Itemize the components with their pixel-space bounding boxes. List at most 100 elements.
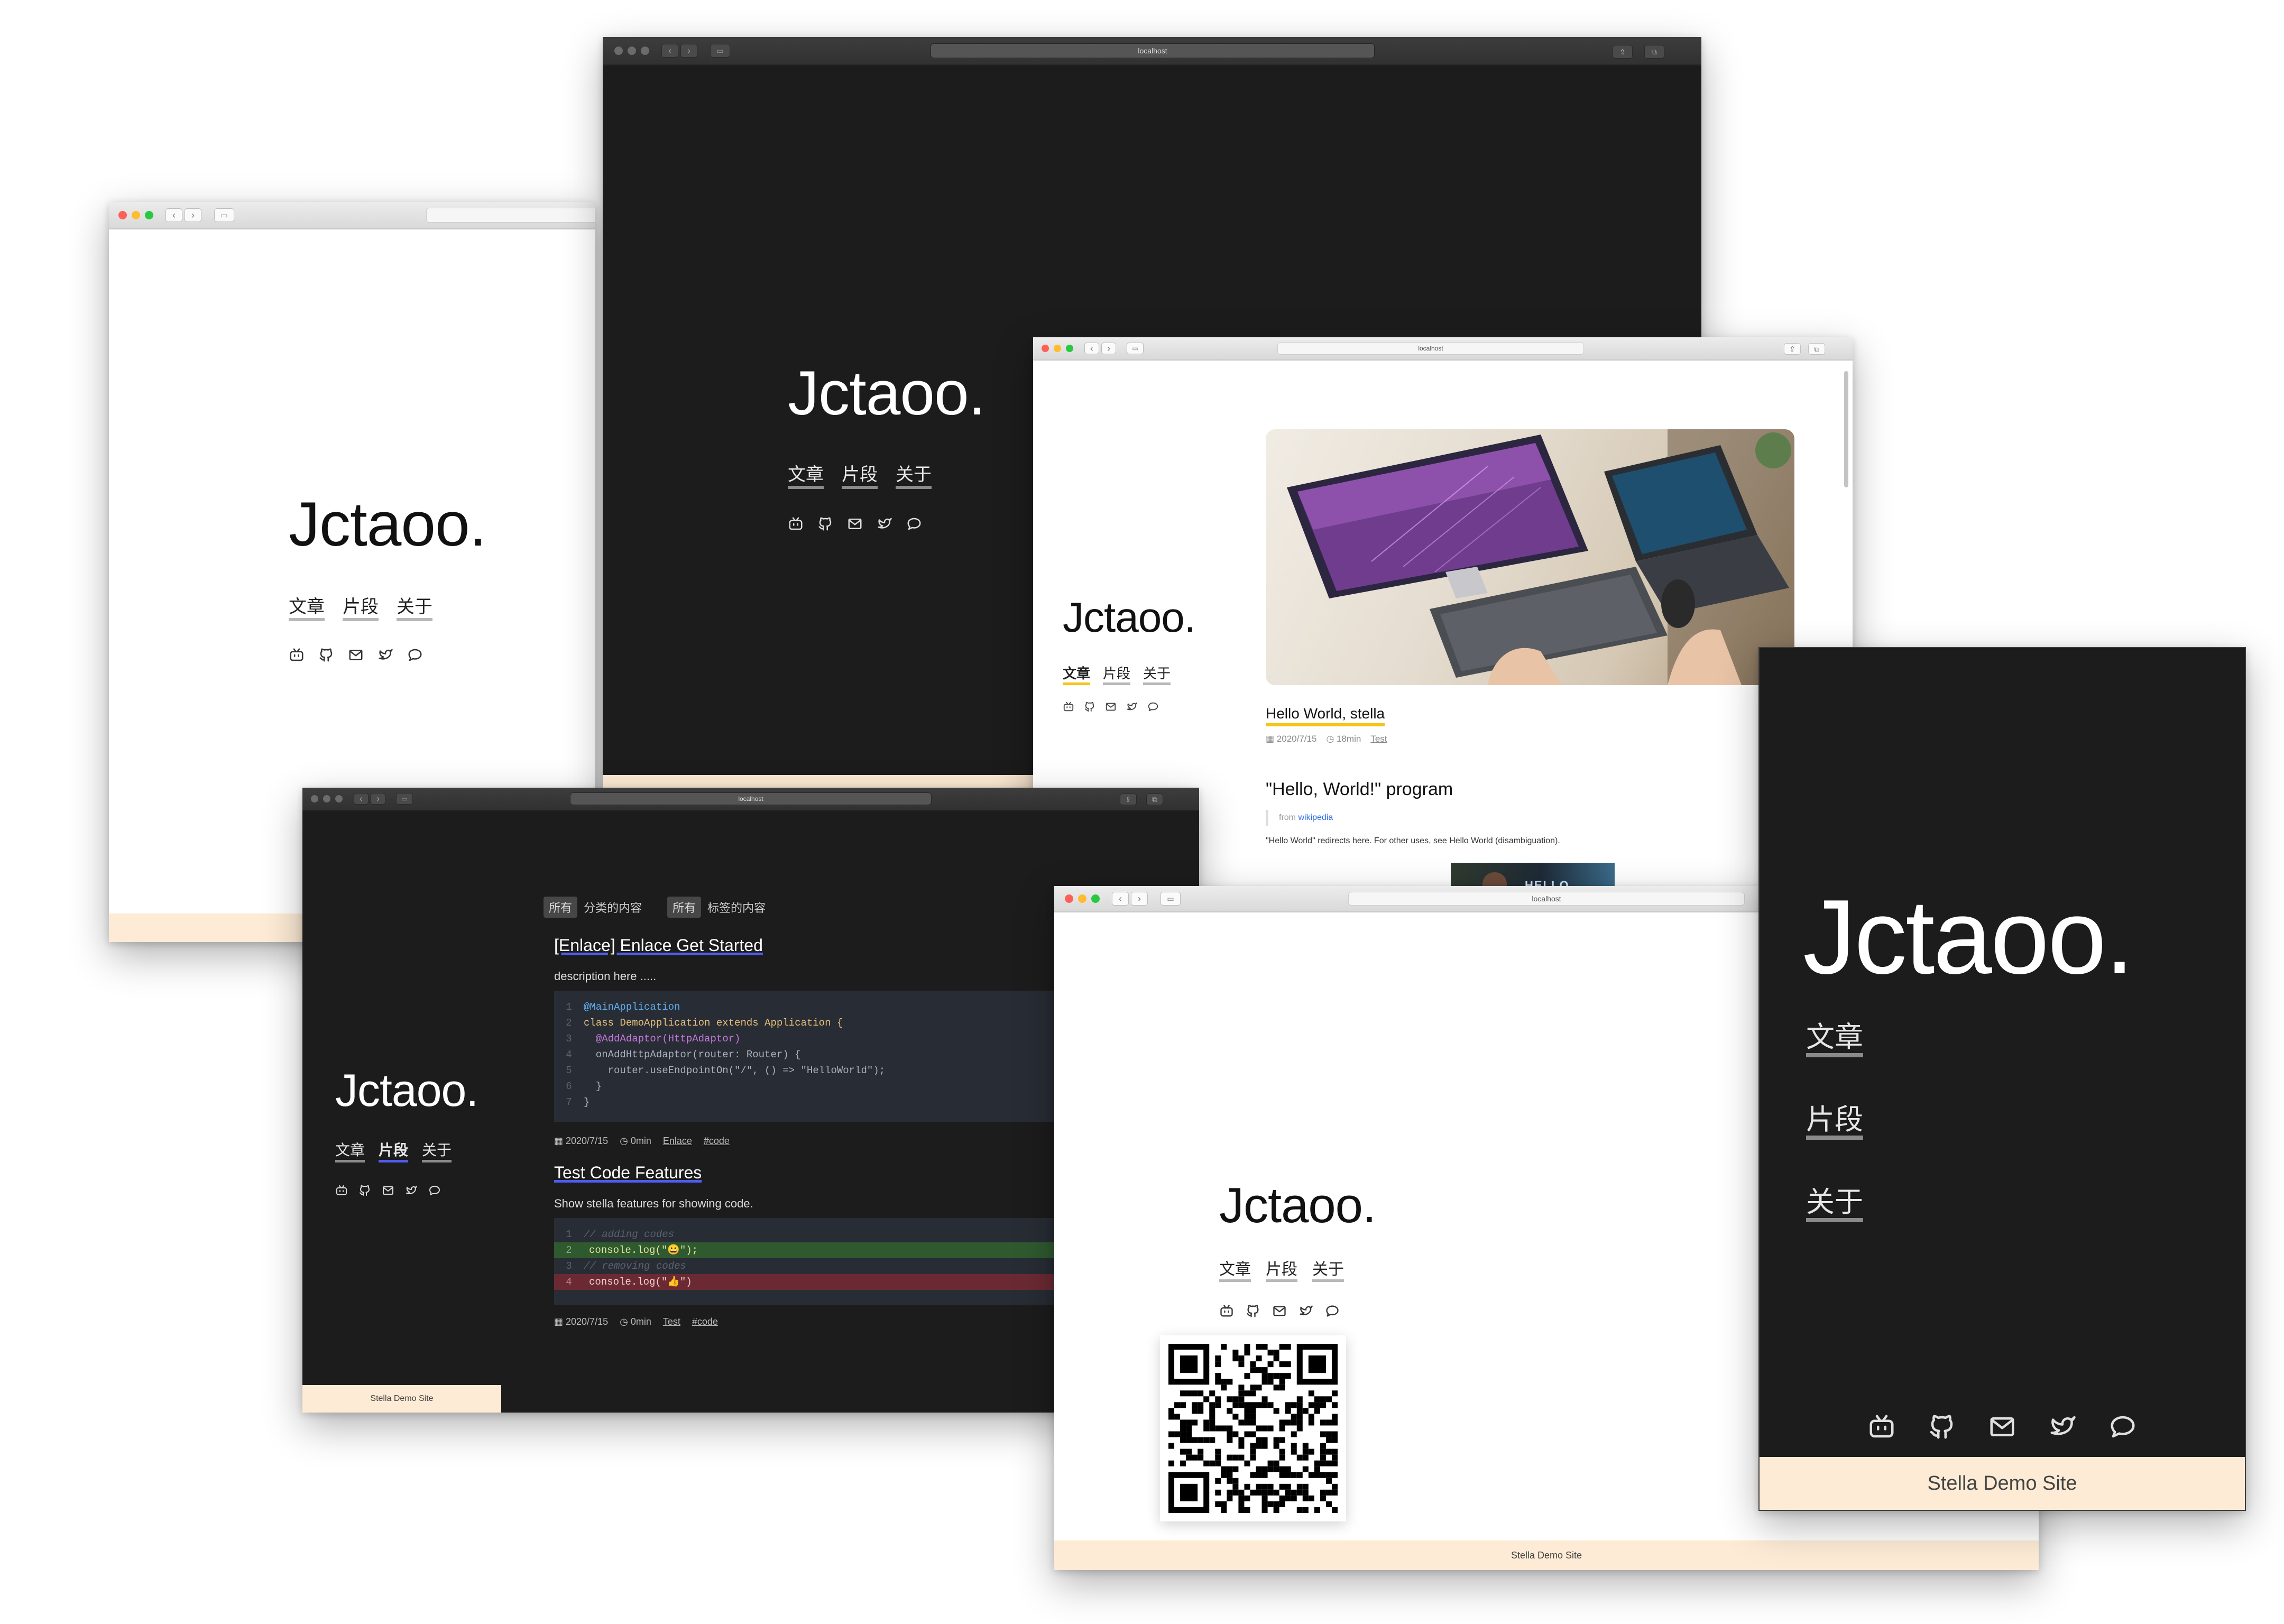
snippet-tag[interactable]: #code: [692, 1316, 718, 1327]
post-title[interactable]: Hello World, stella: [1266, 704, 1385, 726]
minimize-button[interactable]: [132, 211, 140, 219]
tabs-button[interactable]: ⧉: [1644, 45, 1664, 59]
bilibili-icon[interactable]: [289, 647, 305, 663]
sidebar-toggle-icon[interactable]: ▭: [710, 44, 730, 58]
sidebar-toggle-icon[interactable]: ▭: [214, 208, 234, 222]
mail-icon[interactable]: [847, 516, 863, 532]
bilibili-icon[interactable]: [1063, 701, 1074, 713]
mail-icon[interactable]: [348, 647, 364, 663]
nav-about[interactable]: 关于: [1806, 1186, 1863, 1222]
nav-snippets[interactable]: 片段: [1806, 1104, 1863, 1140]
nav-articles[interactable]: 文章: [335, 1139, 365, 1162]
bilibili-icon[interactable]: [1867, 1413, 1896, 1441]
snippet-category[interactable]: Enlace: [663, 1136, 692, 1147]
nav-snippets[interactable]: 片段: [379, 1139, 409, 1162]
chat-icon[interactable]: [906, 516, 922, 532]
nav-about[interactable]: 关于: [1312, 1256, 1344, 1282]
forward-button[interactable]: ›: [1101, 343, 1116, 354]
nav-snippets[interactable]: 片段: [343, 592, 379, 621]
zoom-button[interactable]: [1066, 345, 1073, 352]
tabs-button[interactable]: ⧉: [1146, 793, 1163, 805]
twitter-icon[interactable]: [1126, 701, 1138, 713]
minimize-button[interactable]: [1078, 894, 1086, 903]
back-button[interactable]: ‹: [1084, 343, 1099, 354]
nav-about[interactable]: 关于: [1143, 663, 1171, 685]
nav-articles[interactable]: 文章: [788, 460, 824, 489]
back-button[interactable]: ‹: [661, 44, 678, 58]
forward-button[interactable]: ›: [680, 44, 697, 58]
close-button[interactable]: [1065, 894, 1073, 903]
twitter-icon[interactable]: [377, 647, 393, 663]
quote-link[interactable]: wikipedia: [1298, 813, 1333, 823]
nav-articles[interactable]: 文章: [1219, 1256, 1251, 1282]
address-bar[interactable]: localhost: [1348, 892, 1745, 906]
sidebar-toggle-icon[interactable]: ▭: [1127, 343, 1144, 354]
bilibili-icon[interactable]: [1219, 1304, 1234, 1318]
scrollbar[interactable]: [1844, 371, 1848, 487]
twitter-icon[interactable]: [1298, 1304, 1313, 1318]
mail-icon[interactable]: [1988, 1413, 2016, 1441]
twitter-icon[interactable]: [877, 516, 892, 532]
mail-icon[interactable]: [1272, 1304, 1287, 1318]
address-bar[interactable]: localhost: [1277, 342, 1584, 355]
tabs-button[interactable]: ⧉: [1808, 343, 1825, 355]
chat-icon[interactable]: [1147, 701, 1159, 713]
site-logo[interactable]: Jctaoo.: [335, 1065, 478, 1117]
close-button[interactable]: [311, 795, 318, 802]
github-icon[interactable]: [1084, 701, 1095, 713]
nav-about[interactable]: 关于: [896, 460, 932, 489]
snippet-category[interactable]: Test: [663, 1316, 680, 1327]
snippet-tag[interactable]: #code: [704, 1136, 730, 1147]
github-icon[interactable]: [1928, 1413, 1956, 1441]
site-logo[interactable]: Jctaoo.: [1063, 593, 1196, 642]
nav-about[interactable]: 关于: [422, 1139, 452, 1162]
share-button[interactable]: ⇪: [1120, 793, 1137, 805]
address-bar[interactable]: localhost: [931, 43, 1375, 58]
chat-icon[interactable]: [428, 1184, 441, 1197]
chat-icon[interactable]: [407, 647, 423, 663]
back-button[interactable]: ‹: [165, 208, 182, 222]
close-button[interactable]: [614, 47, 623, 55]
github-icon[interactable]: [358, 1184, 371, 1197]
snippet-title[interactable]: Test Code Features: [554, 1163, 702, 1183]
bilibili-icon[interactable]: [335, 1184, 348, 1197]
chat-icon[interactable]: [1325, 1304, 1340, 1318]
mail-icon[interactable]: [382, 1184, 394, 1197]
twitter-icon[interactable]: [2048, 1413, 2077, 1441]
forward-button[interactable]: ›: [371, 793, 385, 805]
site-logo[interactable]: Jctaoo.: [289, 488, 486, 560]
sidebar-toggle-icon[interactable]: ▭: [1161, 892, 1181, 906]
tag-filter-chip[interactable]: 所有: [667, 897, 702, 918]
nav-articles[interactable]: 文章: [289, 592, 325, 621]
sidebar-toggle-icon[interactable]: ▭: [396, 793, 413, 805]
site-logo[interactable]: Jctaoo.: [1803, 876, 2134, 998]
mail-icon[interactable]: [1105, 701, 1117, 713]
chat-icon[interactable]: [2108, 1413, 2137, 1441]
post-tag[interactable]: Test: [1370, 734, 1387, 744]
zoom-button[interactable]: [335, 795, 343, 802]
category-filter-chip[interactable]: 所有: [544, 897, 578, 918]
nav-articles[interactable]: 文章: [1806, 1021, 1863, 1057]
twitter-icon[interactable]: [405, 1184, 418, 1197]
site-logo[interactable]: Jctaoo.: [1219, 1177, 1376, 1234]
zoom-button[interactable]: [641, 47, 649, 55]
minimize-button[interactable]: [323, 795, 330, 802]
site-logo[interactable]: Jctaoo.: [788, 357, 986, 429]
share-button[interactable]: ⇪: [1784, 343, 1801, 355]
minimize-button[interactable]: [628, 47, 636, 55]
bilibili-icon[interactable]: [788, 516, 804, 532]
snippet-title[interactable]: [Enlace] Enlace Get Started: [554, 936, 763, 955]
forward-button[interactable]: ›: [1131, 892, 1148, 906]
post-cover-image[interactable]: [1266, 429, 1794, 685]
minimize-button[interactable]: [1054, 345, 1061, 352]
zoom-button[interactable]: [1091, 894, 1100, 903]
nav-snippets[interactable]: 片段: [1266, 1256, 1297, 1282]
address-bar[interactable]: localhost: [570, 792, 932, 805]
back-button[interactable]: ‹: [354, 793, 369, 805]
close-button[interactable]: [1042, 345, 1049, 352]
address-bar[interactable]: [426, 208, 595, 223]
zoom-button[interactable]: [145, 211, 153, 219]
github-icon[interactable]: [1246, 1304, 1260, 1318]
close-button[interactable]: [118, 211, 127, 219]
share-button[interactable]: ⇪: [1613, 45, 1633, 59]
